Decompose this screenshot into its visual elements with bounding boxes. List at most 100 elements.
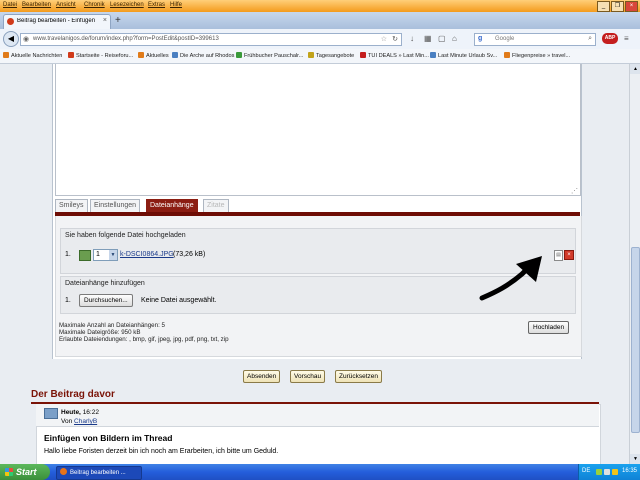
clock: 16:35 [621, 468, 637, 474]
back-button-icon[interactable]: ◀ [3, 31, 19, 47]
menu-bearbeiten[interactable]: Bearbeiten [22, 2, 51, 8]
tray-icon[interactable] [612, 469, 618, 475]
search-placeholder: Google [495, 36, 515, 42]
address-url: www.travelanigos.de/forum/index.php?form… [33, 36, 219, 42]
tab-dateianhaenge[interactable]: Dateianhänge [146, 199, 198, 213]
tab-zitate: Zitate [203, 199, 229, 213]
adblock-icon[interactable]: ABP [602, 33, 618, 44]
google-icon: g [478, 35, 483, 42]
tray-icon[interactable] [604, 469, 610, 475]
insert-attachment-icon[interactable]: ▤ [554, 250, 563, 261]
browser-tab[interactable]: Beitrag bearbeiten - Einfügen ... × [3, 14, 111, 29]
post-title: Einfügen von Bildern im Thread [44, 433, 173, 443]
start-button[interactable]: Start [0, 464, 50, 480]
allowed-extensions-text: Erlaubte Dateiendungen: , bmp, gif, jpeg… [59, 336, 229, 343]
bookmark-favicon-icon [68, 52, 74, 58]
menu-extras[interactable]: Extras [148, 2, 165, 8]
minimize-icon[interactable]: _ [597, 1, 610, 12]
scroll-down-icon[interactable]: ▼ [630, 454, 640, 464]
lock-icon[interactable]: ▢ [438, 34, 446, 43]
browse-file-button[interactable]: Durchsuchen... [79, 294, 133, 307]
add-legend: Dateianhänge hinzufügen [65, 280, 145, 287]
windows-logo-icon [5, 468, 13, 476]
menu-overflow-icon[interactable]: ≡ [624, 34, 629, 43]
library-icon[interactable]: ▦ [424, 34, 432, 43]
scroll-thumb[interactable] [631, 247, 640, 433]
attachment-number: 1. [65, 251, 71, 258]
menu-hilfe[interactable]: Hilfe [170, 2, 182, 8]
attachment-filename-link[interactable]: k-DSCI0864.JPG [120, 251, 174, 258]
drawn-arrow-annotation [479, 256, 542, 301]
uploaded-legend: Sie haben folgende Datei hochgeladen [65, 232, 186, 239]
bookmark-item[interactable]: Die Arche auf Rhodos [172, 52, 234, 59]
site-identity-icon[interactable]: ◉ [23, 35, 29, 43]
bookmark-item[interactable]: Frühbucher Pauschalr... [236, 52, 303, 59]
close-window-icon[interactable]: × [625, 1, 638, 12]
rss-icon [138, 52, 144, 58]
bookmark-item[interactable]: Fliegenpreise » travel... [504, 52, 570, 59]
attachment-limits: Maximale Anzahl an Dateianhängen: 5 Maxi… [59, 322, 229, 343]
bookmark-item[interactable]: Startseite - Reiseforu... [68, 52, 133, 59]
home-icon[interactable]: ⌂ [452, 34, 457, 43]
post-text: Hallo liebe Foristen derzeit bin ich noc… [44, 448, 279, 455]
menu-datei[interactable]: Datei [3, 2, 17, 8]
page-scrollbar[interactable]: ▲ ▼ [629, 64, 640, 464]
author-link[interactable]: CharlyB [74, 418, 97, 425]
upload-button[interactable]: Hochladen [528, 321, 570, 334]
post-author: Von CharlyB [61, 418, 98, 425]
bookmark-item[interactable]: Aktuelle Nachrichten [3, 52, 62, 59]
site-favicon-icon [7, 18, 14, 25]
attachment-filesize: (73,26 kB) [173, 251, 206, 258]
bookmark-favicon-icon [172, 52, 178, 58]
bookmark-favicon-icon [504, 52, 510, 58]
bookmark-favicon-icon [430, 52, 436, 58]
firefox-icon [60, 468, 67, 475]
rss-icon [3, 52, 9, 58]
download-icon[interactable]: ↓ [410, 34, 414, 43]
tab-title: Beitrag bearbeiten - Einfügen ... [17, 18, 97, 24]
tray-icon[interactable] [596, 469, 602, 475]
delete-attachment-icon[interactable]: × [564, 250, 574, 260]
bookmark-item[interactable]: Tagesangebote [308, 52, 354, 59]
previous-post-meta [36, 404, 599, 427]
image-file-icon [79, 250, 91, 261]
previous-post-heading: Der Beitrag davor [31, 389, 115, 400]
address-bar[interactable]: ◉ www.travelanigos.de/forum/index.php?fo… [20, 33, 402, 46]
submit-button[interactable]: Absenden [243, 370, 281, 383]
menu-bar: Datei Bearbeiten Ansicht Chronik Lesezei… [0, 0, 640, 12]
search-input[interactable]: g Google ⌕ [474, 33, 596, 46]
restore-icon[interactable]: ❐ [611, 1, 624, 12]
max-count-text: Maximale Anzahl an Dateianhängen: 5 [59, 322, 165, 329]
tab-smileys[interactable]: Smileys [55, 199, 88, 213]
window-controls: _ ❐ × [596, 1, 638, 12]
taskbar-item-firefox[interactable]: Beitrag bearbeiten ... [56, 466, 142, 480]
no-file-selected-text: Keine Datei ausgewählt. [141, 297, 217, 304]
tab-close-icon[interactable]: × [103, 17, 107, 24]
scroll-up-icon[interactable]: ▲ [630, 64, 640, 74]
menu-lesezeichen[interactable]: Lesezeichen [110, 2, 144, 8]
system-tray: DE 16:35 [578, 464, 640, 480]
message-editor-textarea[interactable] [55, 64, 581, 196]
menu-chronik[interactable]: Chronik [84, 2, 105, 8]
reset-button[interactable]: Zurücksetzen [335, 370, 383, 383]
preview-button[interactable]: Vorschau [290, 370, 326, 383]
bookmark-favicon-icon [236, 52, 242, 58]
bookmark-star-icon[interactable]: ☆ [381, 35, 387, 43]
bookmark-item[interactable]: Aktuelles [138, 52, 169, 59]
bookmark-favicon-icon [360, 52, 366, 58]
bookmark-item[interactable]: TUI DEALS » Last Min... [360, 52, 429, 59]
max-size-text: Maximale Dateigröße: 950 kB [59, 329, 141, 336]
add-number: 1. [65, 297, 71, 304]
resize-handle-icon[interactable]: ⋰ [571, 187, 578, 195]
attachment-position-select[interactable]: 1 ▼ [93, 249, 118, 261]
bookmark-item[interactable]: Last Minute Urlaub Sv... [430, 52, 497, 59]
bookmark-favicon-icon [308, 52, 314, 58]
chevron-down-icon: ▼ [109, 250, 117, 260]
new-tab-icon[interactable]: + [115, 15, 121, 26]
search-icon[interactable]: ⌕ [588, 35, 592, 43]
language-indicator[interactable]: DE [582, 468, 590, 474]
reload-icon[interactable]: ↻ [392, 35, 398, 43]
tab-einstellungen[interactable]: Einstellungen [90, 199, 141, 213]
menu-ansicht[interactable]: Ansicht [56, 2, 76, 8]
post-icon [44, 408, 58, 419]
